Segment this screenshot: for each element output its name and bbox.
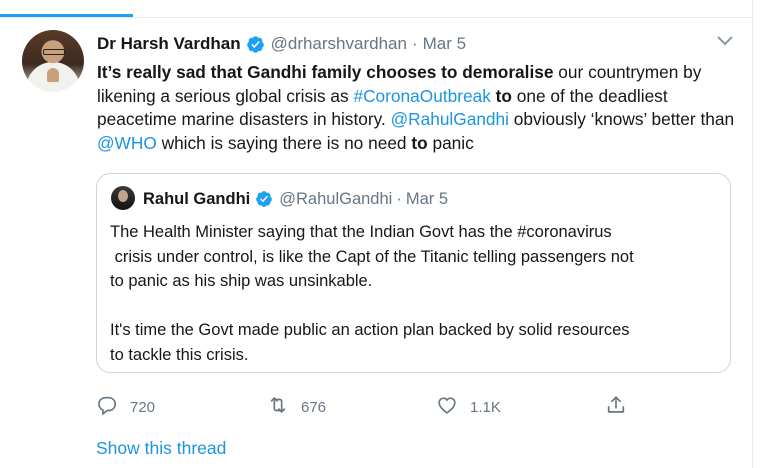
verified-badge-icon <box>255 190 273 208</box>
quoted-text-line: to panic as his ship was unsinkable. <box>110 272 373 290</box>
quoted-text-line: The Health Minister saying that the Indi… <box>110 223 612 241</box>
quoted-tweet-header: Rahul Gandhi @RahulGandhi · Mar 5 <box>143 188 448 210</box>
quoted-text-line: crisis under control, is like the Capt o… <box>110 247 634 266</box>
avatar[interactable] <box>22 30 84 92</box>
timeline-border <box>752 0 753 468</box>
quoted-text-line: to tackle this crisis. <box>110 345 249 364</box>
retweet-count: 676 <box>301 398 327 416</box>
show-thread-link[interactable]: Show this thread <box>96 438 226 459</box>
folded-hands-detail <box>47 68 59 82</box>
reply-icon <box>96 394 118 420</box>
quoted-text-line: It's time the Govt made public an action… <box>110 321 630 339</box>
glasses-detail <box>43 49 65 55</box>
divider <box>0 17 752 18</box>
quoted-author-name[interactable]: Rahul Gandhi <box>143 190 250 209</box>
mention-link[interactable]: @RahulGandhi <box>391 109 509 129</box>
share-button[interactable] <box>605 394 627 420</box>
reply-button[interactable]: 720 <box>96 394 155 420</box>
tweet-date[interactable]: Mar 5 <box>423 34 466 54</box>
text-run: which is saying there is no need <box>156 133 412 154</box>
quoted-avatar[interactable] <box>111 186 135 210</box>
hashtag-link[interactable]: #CoronaOutbreak <box>353 86 490 106</box>
tweet-text: It’s really sad that Gandhi family choos… <box>97 61 737 156</box>
retweet-button[interactable]: 676 <box>267 394 326 420</box>
author-name[interactable]: Dr Harsh Vardhan <box>97 34 241 54</box>
separator-dot: · <box>396 189 402 208</box>
heart-icon <box>436 394 458 420</box>
mention-link[interactable]: @WHO <box>97 133 157 153</box>
like-count: 1.1K <box>470 398 501 416</box>
reply-count: 720 <box>130 398 156 416</box>
retweet-icon <box>267 394 289 420</box>
like-button[interactable]: 1.1K <box>436 394 501 420</box>
text-run: panic <box>427 133 474 154</box>
quoted-author-handle[interactable]: @RahulGandhi <box>279 190 392 209</box>
separator-dot: · <box>411 34 418 53</box>
quoted-tweet-text: The Health Minister saying that the Indi… <box>110 220 720 367</box>
author-handle[interactable]: @drharshvardhan <box>271 34 407 54</box>
face-detail <box>118 190 128 202</box>
tweet-header: Dr Harsh Vardhan @drharshvardhan · Mar 5 <box>97 33 466 55</box>
text-run: obviously ‘knows’ better than <box>509 109 735 130</box>
chevron-down-icon[interactable] <box>715 34 735 48</box>
share-icon <box>605 394 627 420</box>
tweet-actions: 720 676 1.1K <box>96 394 636 420</box>
verified-badge-icon <box>246 35 265 54</box>
bold-text: to <box>495 85 512 106</box>
bold-text: to <box>411 133 428 154</box>
quoted-tweet-date[interactable]: Mar 5 <box>406 190 448 209</box>
bold-text: It’s really sad that Gandhi family choos… <box>97 62 554 82</box>
